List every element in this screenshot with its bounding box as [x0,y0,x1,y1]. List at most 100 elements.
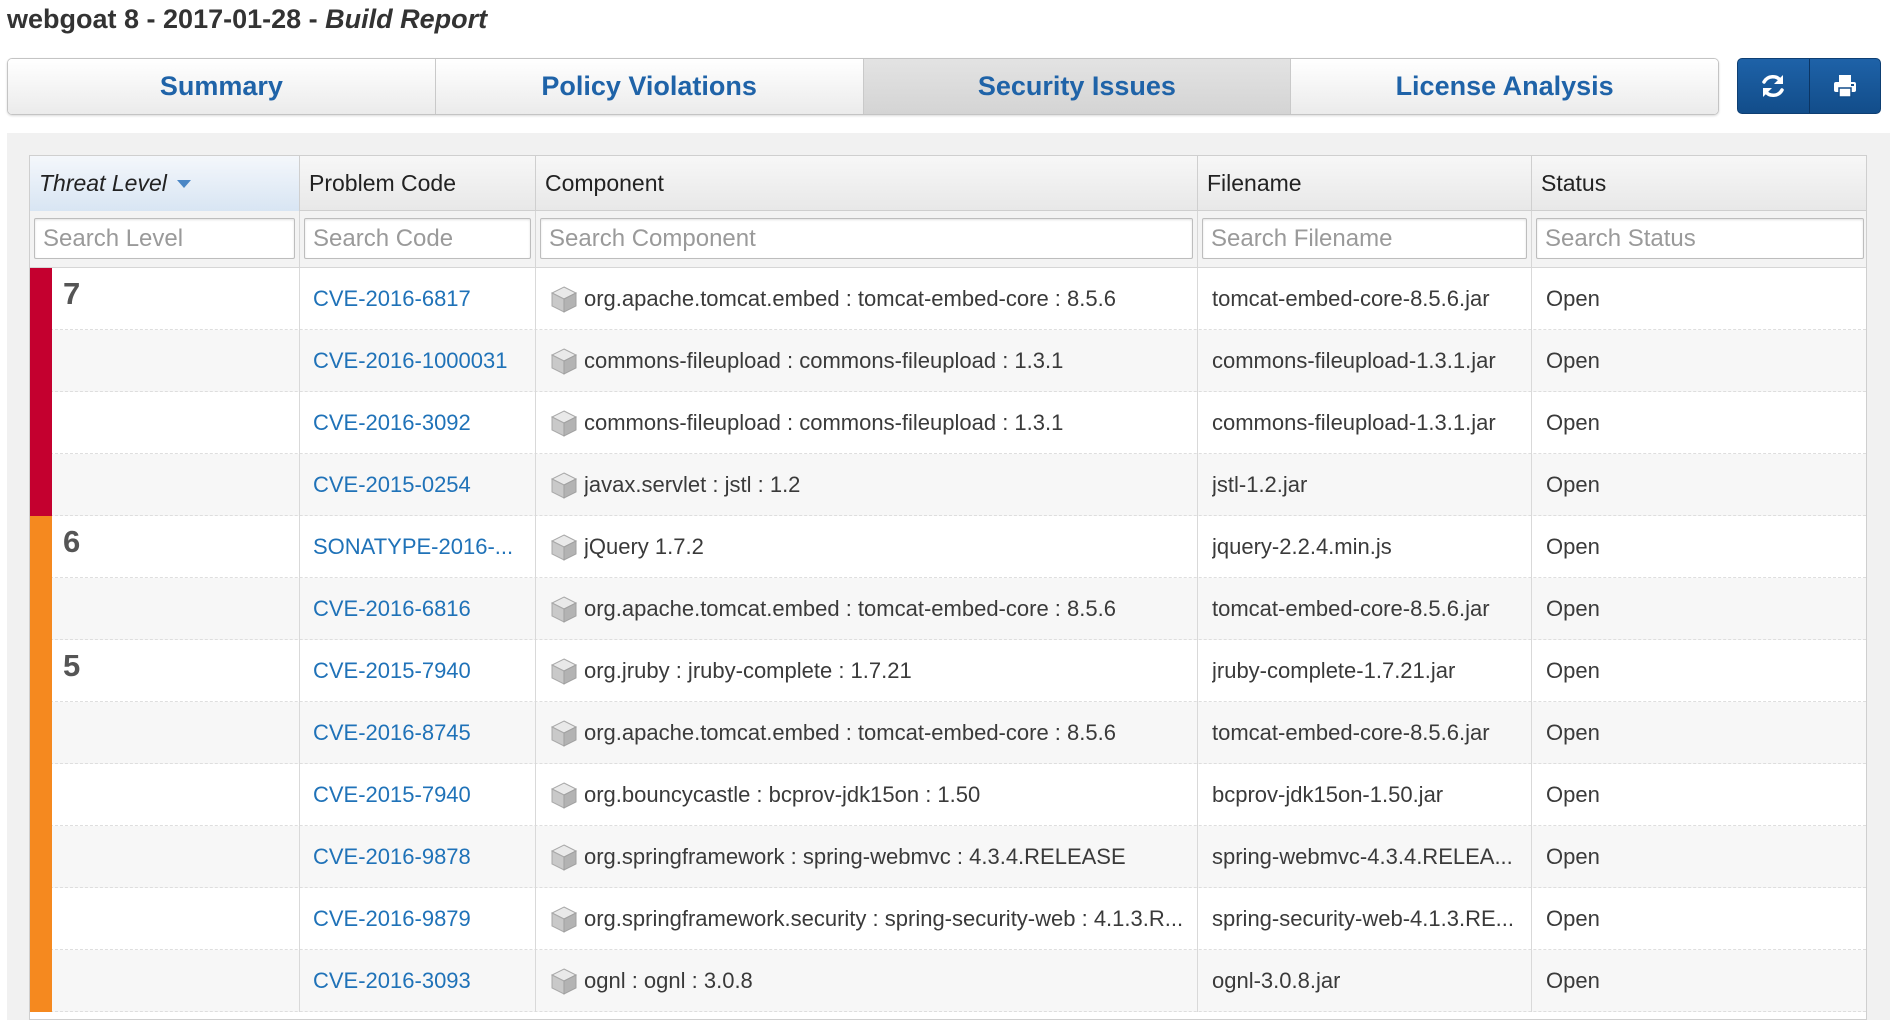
code-text: CVE-2015-7940 [313,782,471,807]
table-body: 7 CVE-2016-6817 org.apache.tomcat.embed … [30,268,1866,1012]
problem-code-link[interactable]: CVE-2016-9878 [300,826,536,888]
table-row[interactable]: 6 CVE-2016-6816 org.apache.tomcat.embed … [30,578,1866,640]
report-type: Build Report [325,4,488,34]
threat-level-bar [30,888,52,950]
status-cell: Open [1532,702,1866,764]
problem-code-link[interactable]: CVE-2016-9879 [300,888,536,950]
filter-cell-code [300,211,536,268]
status-cell: Open [1532,454,1866,516]
search-code-input[interactable] [304,218,531,259]
table-row[interactable]: 5 CVE-2016-3093 ognl : ognl : 3.0.8 ognl… [30,950,1866,1012]
filename-cell: jstl-1.2.jar [1198,454,1532,516]
title-separator: - [139,4,164,34]
table-row[interactable]: 7 CVE-2016-6817 org.apache.tomcat.embed … [30,268,1866,330]
column-header-component[interactable]: Component [536,156,1198,211]
status-text: Open [1546,596,1600,621]
status-text: Open [1546,410,1600,435]
threat-level-cell: 5 [30,826,300,888]
search-status-input[interactable] [1536,218,1864,259]
status-text: Open [1546,906,1600,931]
table-row[interactable]: 5 CVE-2016-9878 org.springframework : sp… [30,826,1866,888]
status-cell: Open [1532,826,1866,888]
threat-level-cell: 6 [30,516,300,578]
threat-level-bar [30,950,52,1012]
tab-summary[interactable]: Summary [8,59,436,114]
threat-level-cell: 5 [30,640,300,702]
status-text: Open [1546,472,1600,497]
problem-code-link[interactable]: CVE-2016-6817 [300,268,536,330]
table-header: Threat Level Problem Code Component File… [30,156,1866,211]
component-cell: org.bouncycastle : bcprov-jdk15on : 1.50 [536,764,1198,826]
report-tabs: Summary Policy Violations Security Issue… [7,58,1719,115]
table-row[interactable]: 7 CVE-2016-1000031 commons-fileupload : … [30,330,1866,392]
threat-level-cell: 5 [30,702,300,764]
threat-level-bar [30,516,52,578]
refresh-button[interactable] [1738,59,1810,113]
problem-code-link[interactable]: CVE-2016-1000031 [300,330,536,392]
filename-text: jstl-1.2.jar [1212,472,1308,497]
component-text: org.jruby : jruby-complete : 1.7.21 [584,658,912,683]
filename-cell: tomcat-embed-core-8.5.6.jar [1198,268,1532,330]
column-label: Threat Level [39,170,167,196]
threat-level-bar [30,454,52,516]
code-text: CVE-2016-9878 [313,844,471,869]
print-button[interactable] [1810,59,1881,113]
filename-cell: tomcat-embed-core-8.5.6.jar [1198,578,1532,640]
threat-level-bar [30,578,52,640]
problem-code-link[interactable]: CVE-2015-7940 [300,640,536,702]
code-text: CVE-2016-6816 [313,596,471,621]
component-text: org.bouncycastle : bcprov-jdk15on : 1.50 [584,782,981,807]
search-component-input[interactable] [540,218,1193,259]
search-level-input[interactable] [34,218,295,259]
status-cell: Open [1532,392,1866,454]
code-text: CVE-2016-6817 [313,286,471,311]
threat-level-cell: 6 [30,578,300,640]
problem-code-link[interactable]: CVE-2016-3093 [300,950,536,1012]
filter-cell-filename [1198,211,1532,268]
component-text: commons-fileupload : commons-fileupload … [584,348,1064,373]
table-row[interactable]: 7 CVE-2015-0254 javax.servlet : jstl : 1… [30,454,1866,516]
print-icon [1833,75,1856,98]
problem-code-link[interactable]: CVE-2016-8745 [300,702,536,764]
status-cell: Open [1532,764,1866,826]
threat-level-cell: 5 [30,888,300,950]
column-header-problem-code[interactable]: Problem Code [300,156,536,211]
filter-cell-status [1532,211,1866,268]
component-cell: org.apache.tomcat.embed : tomcat-embed-c… [536,268,1198,330]
column-header-status[interactable]: Status [1532,156,1866,211]
filter-row [30,211,1866,268]
table-row[interactable]: 7 CVE-2016-3092 commons-fileupload : com… [30,392,1866,454]
component-cube-icon [550,286,578,313]
status-cell: Open [1532,640,1866,702]
component-cube-icon [550,658,578,685]
table-row[interactable]: 6 SONATYPE-2016-... jQuery 1.7.2 jquery-… [30,516,1866,578]
column-header-threat-level[interactable]: Threat Level [30,156,300,211]
code-text: CVE-2015-7940 [313,658,471,683]
tab-license-analysis[interactable]: License Analysis [1291,59,1718,114]
component-text: org.springframework.security : spring-se… [584,906,1184,931]
project-name: webgoat 8 [7,4,140,34]
component-cube-icon [550,782,578,809]
table-row[interactable]: 5 CVE-2016-8745 org.apache.tomcat.embed … [30,702,1866,764]
component-text: org.springframework : spring-webmvc : 4.… [584,844,1126,869]
component-cell: org.apache.tomcat.embed : tomcat-embed-c… [536,702,1198,764]
search-filename-input[interactable] [1202,218,1527,259]
column-header-filename[interactable]: Filename [1198,156,1532,211]
problem-code-link[interactable]: CVE-2016-6816 [300,578,536,640]
status-text: Open [1546,968,1600,993]
table-row[interactable]: 5 CVE-2015-7940 org.bouncycastle : bcpro… [30,764,1866,826]
tab-security-issues[interactable]: Security Issues [863,59,1292,114]
component-text: jQuery 1.7.2 [584,534,704,559]
problem-code-link[interactable]: SONATYPE-2016-... [300,516,536,578]
table-row[interactable]: 5 CVE-2015-7940 org.jruby : jruby-comple… [30,640,1866,702]
threat-level-bar [30,268,52,330]
problem-code-link[interactable]: CVE-2015-7940 [300,764,536,826]
problem-code-link[interactable]: CVE-2015-0254 [300,454,536,516]
component-cube-icon [550,906,578,933]
component-text: org.apache.tomcat.embed : tomcat-embed-c… [584,720,1116,745]
filename-text: jruby-complete-1.7.21.jar [1212,658,1456,683]
problem-code-link[interactable]: CVE-2016-3092 [300,392,536,454]
filter-cell-component [536,211,1198,268]
table-row[interactable]: 5 CVE-2016-9879 org.springframework.secu… [30,888,1866,950]
tab-policy-violations[interactable]: Policy Violations [435,59,864,114]
